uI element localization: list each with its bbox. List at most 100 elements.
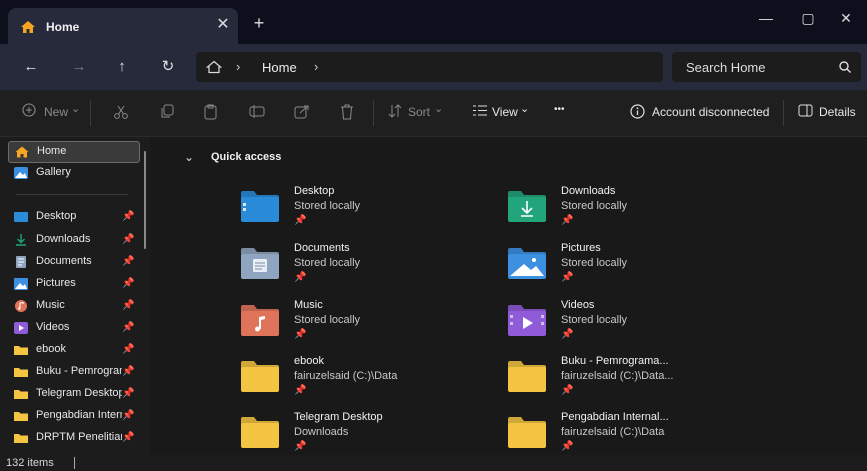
sidebar-item-pengabdian-internal[interactable]: Pengabdian Internal📌	[8, 406, 138, 426]
rename-icon[interactable]	[249, 104, 265, 122]
sidebar-item-drptm-penelitian[interactable]: DRPTM Penelitian 📌	[8, 428, 138, 448]
share-icon[interactable]	[294, 104, 310, 122]
status-divider	[74, 457, 75, 469]
breadcrumb-chevron[interactable]: ›	[314, 59, 318, 74]
refresh-button[interactable]: ↻	[157, 57, 179, 77]
pin-icon: 📌	[122, 344, 135, 355]
item-name: Pengabdian Internal...	[561, 411, 669, 423]
tab-title: Home	[46, 20, 80, 34]
sidebar-item-documents[interactable]: Documents 📌	[8, 252, 138, 272]
sort-button[interactable]: Sort	[408, 105, 430, 119]
quick-access-item[interactable]: Documents Stored locally 📌	[240, 242, 470, 294]
chevron-down-icon[interactable]: ⌄	[184, 150, 194, 164]
maximize-button[interactable]: ▢	[790, 6, 826, 30]
more-options-button[interactable]: •••	[554, 104, 565, 115]
item-location: fairuzelsaid (C:)\Data...	[561, 370, 674, 382]
item-location: Stored locally	[561, 314, 628, 326]
copy-icon[interactable]	[160, 104, 175, 122]
sidebar-divider	[16, 194, 128, 195]
quick-access-header[interactable]: Quick access	[211, 151, 281, 163]
sort-dropdown-icon: ⌄	[434, 103, 444, 115]
new-dropdown-icon: ⌄	[71, 103, 81, 115]
music-folder-icon	[240, 303, 280, 337]
forward-button[interactable]: →	[68, 57, 90, 77]
tab-home[interactable]: Home ✕	[8, 8, 238, 44]
videos-icon	[14, 322, 28, 334]
status-bar: 132 items	[0, 455, 867, 471]
folder-icon	[507, 359, 547, 393]
tab-close-button[interactable]: ✕	[214, 16, 232, 34]
navigation-pane: Home Gallery Desktop 📌 Downloads 📌 Documents…	[0, 137, 150, 455]
home-icon	[15, 146, 29, 158]
item-location: Stored locally	[561, 200, 628, 212]
folder-icon	[14, 366, 28, 378]
sidebar-item-label: Buku - Pemrograman	[36, 365, 122, 377]
view-button[interactable]: View	[492, 105, 518, 119]
sidebar-item-ebook[interactable]: ebook 📌	[8, 340, 138, 360]
item-name: Music	[294, 299, 323, 311]
toolbar-divider	[783, 100, 784, 126]
details-button[interactable]: Details	[819, 105, 856, 119]
command-bar: New ⌄ Sort ⌄ View ⌄ ••• Account disconne…	[0, 90, 867, 137]
sidebar-item-desktop[interactable]: Desktop 📌	[8, 207, 138, 227]
quick-access-item[interactable]: Buku - Pemrograma... fairuzelsaid (C:)\Da…	[507, 355, 737, 407]
sidebar-item-downloads[interactable]: Downloads 📌	[8, 230, 138, 250]
pin-icon: 📌	[294, 385, 307, 396]
up-button[interactable]: ↑	[111, 57, 133, 77]
sidebar-item-buku-pemrograman[interactable]: Buku - Pemrograman📌	[8, 362, 138, 382]
quick-access-item[interactable]: ebook fairuzelsaid (C:)\Data 📌	[240, 355, 470, 407]
search-icon	[838, 60, 852, 77]
sidebar-item-label: Music	[36, 299, 65, 311]
quick-access-item[interactable]: Downloads Stored locally 📌	[507, 185, 737, 237]
pin-icon: 📌	[561, 272, 574, 283]
item-location: Stored locally	[294, 314, 361, 326]
sidebar-item-telegram-desktop[interactable]: Telegram Desktop 📌	[8, 384, 138, 404]
sidebar-item-label: Gallery	[36, 166, 71, 178]
pin-icon: 📌	[122, 388, 135, 399]
paste-icon[interactable]	[203, 104, 218, 123]
sidebar-scrollbar[interactable]	[144, 151, 146, 249]
pin-icon: 📌	[561, 215, 574, 226]
content-pane: ⌄ Quick access Desktop Stored locally 📌 Dow…	[150, 137, 867, 455]
title-bar: Home ✕ + — ▢ ✕	[0, 0, 867, 44]
pin-icon: 📌	[561, 441, 574, 452]
item-location: Stored locally	[561, 257, 628, 269]
back-button[interactable]: ←	[20, 57, 42, 77]
minimize-button[interactable]: —	[748, 6, 784, 30]
item-name: Desktop	[294, 185, 335, 197]
quick-access-item[interactable]: Desktop Stored locally 📌	[240, 185, 470, 237]
sidebar-item-label: DRPTM Penelitian	[36, 431, 122, 443]
sidebar-item-pictures[interactable]: Pictures 📌	[8, 274, 138, 294]
quick-access-item[interactable]: Videos Stored locally 📌	[507, 299, 737, 351]
breadcrumb-home[interactable]: Home	[262, 60, 297, 75]
folder-icon	[240, 359, 280, 393]
view-icon	[473, 104, 487, 120]
sidebar-item-label: Pictures	[36, 277, 76, 289]
details-pane-icon	[798, 104, 813, 120]
close-window-button[interactable]: ✕	[828, 6, 864, 30]
toolbar-divider	[90, 100, 91, 126]
sidebar-item-gallery[interactable]: Gallery	[8, 163, 138, 183]
sidebar-item-home[interactable]: Home	[8, 141, 140, 163]
quick-access-item[interactable]: Pictures Stored locally 📌	[507, 242, 737, 294]
address-field[interactable]: › Home ›	[196, 52, 663, 82]
pin-icon: 📌	[122, 410, 135, 421]
pin-icon: 📌	[561, 385, 574, 396]
new-button[interactable]: New	[44, 105, 68, 119]
sidebar-item-videos[interactable]: Videos 📌	[8, 318, 138, 338]
delete-icon[interactable]	[340, 104, 354, 123]
sidebar-item-music[interactable]: Music 📌	[8, 296, 138, 316]
sidebar-item-label: Documents	[36, 255, 92, 267]
account-status-button[interactable]: Account disconnected	[652, 105, 769, 119]
item-location: fairuzelsaid (C:)\Data	[294, 370, 398, 382]
toolbar-divider	[373, 100, 374, 126]
folder-icon	[14, 388, 28, 400]
cut-icon[interactable]	[113, 104, 129, 123]
item-location: Stored locally	[294, 200, 361, 212]
desktop-folder-icon	[14, 211, 28, 223]
quick-access-item[interactable]: Music Stored locally 📌	[240, 299, 470, 351]
sidebar-item-label: Home	[37, 145, 67, 157]
new-tab-button[interactable]: +	[250, 14, 268, 32]
address-bar-row: ← → ↑ ↻ › Home › Search Home	[0, 44, 867, 90]
search-input[interactable]: Search Home	[672, 52, 861, 82]
